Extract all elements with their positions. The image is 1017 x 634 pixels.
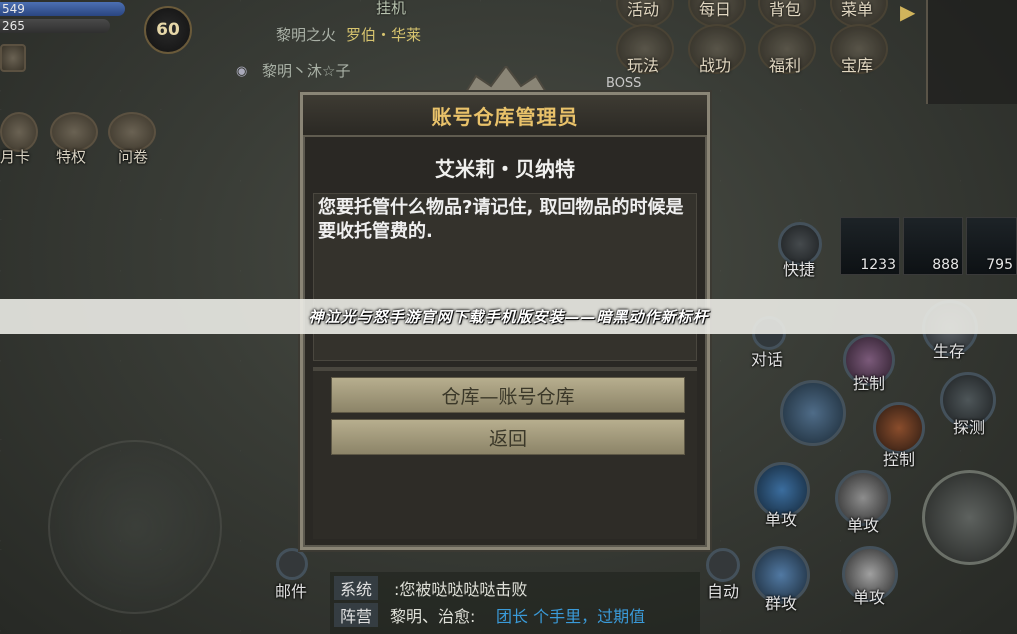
camp-message: 团长 个手里，过期值 (496, 607, 646, 626)
guild-name: 黎明之火 (276, 26, 337, 44)
banner-text: 神泣光与怒手游官网下载手机版安装——暗黑动作新标杆 (308, 308, 709, 326)
autoplay-label[interactable]: 挂机 (376, 0, 406, 18)
top-menu-bag[interactable]: 背包 (755, 0, 815, 20)
slot-count-3: 795 (986, 257, 1013, 273)
quick-slot-potion[interactable]: 1233 (840, 217, 900, 275)
options-box: 仓库—账号仓库 返回 (313, 371, 697, 539)
buff-icon[interactable] (0, 44, 26, 72)
npc-dialog-text: 您要托管什么物品?请记住, 取回物品的时候是要收托管费的. (318, 197, 684, 242)
top-menu-gameplay[interactable]: 玩法 (613, 52, 673, 76)
npc-text-box: 您要托管什么物品?请记住, 取回物品的时候是要收托管费的. (313, 193, 697, 361)
system-message: :您被哒哒哒哒击败 (394, 580, 528, 599)
player-title: 罗伯・华莱 (346, 26, 422, 44)
skill-single-3[interactable]: 单攻 (834, 584, 904, 608)
slot-count-1: 1233 (860, 257, 896, 273)
hp-bar: 549 (0, 2, 125, 16)
back-button[interactable]: 返回 (331, 419, 685, 455)
switch-skill-icon[interactable] (780, 380, 846, 446)
expand-arrow-icon[interactable]: ▶ (900, 0, 922, 40)
mail-icon[interactable] (276, 548, 308, 580)
top-menu-activity[interactable]: 活动 (613, 0, 673, 20)
slot-count-2: 888 (932, 257, 959, 273)
account-warehouse-button[interactable]: 仓库—账号仓库 (331, 377, 685, 413)
game-screen: 549 265 60 挂机 黎明之火 罗伯・华莱 黎明丶沐☆子 BOSS ◉ 月… (0, 0, 1017, 634)
quick-slot-scroll[interactable]: 888 (903, 217, 963, 275)
channel-camp[interactable]: 阵营 (334, 603, 379, 627)
mp-bar: 265 (0, 19, 110, 33)
camp-sender: 黎明、治愈: (390, 607, 476, 626)
skill-single-1[interactable]: 单攻 (746, 506, 816, 530)
top-menu-menu[interactable]: 菜单 (827, 0, 887, 20)
boss-tag: BOSS (606, 76, 642, 91)
skill-detect[interactable]: 探测 (934, 414, 1004, 438)
title-banner: 神泣光与怒手游官网下载手机版安装——暗黑动作新标杆 (0, 299, 1017, 334)
left-menu-label-3[interactable]: 问卷 (118, 146, 148, 167)
main-attack-icon[interactable] (922, 470, 1017, 565)
eye-icon: ◉ (236, 64, 248, 79)
skill-single-2[interactable]: 单攻 (828, 512, 898, 536)
left-menu-label-1[interactable]: 月卡 (0, 146, 30, 167)
movement-joystick[interactable] (48, 440, 222, 614)
skill-mail[interactable]: 邮件 (256, 578, 326, 602)
skill-survive[interactable]: 生存 (914, 338, 984, 362)
quick-slot-item[interactable]: 795 (966, 217, 1017, 275)
hp-value: 549 (2, 2, 25, 16)
chat-panel[interactable]: 系统 :您被哒哒哒哒击败 阵营 黎明、治愈: 团长 个手里，过期值 (330, 572, 700, 634)
dialog-title: 账号仓库管理员 (303, 95, 707, 137)
npc-name: 艾米莉・贝纳特 (435, 157, 575, 181)
top-menu-treasure[interactable]: 宝库 (827, 52, 887, 76)
left-menu-label-2[interactable]: 特权 (56, 146, 86, 167)
top-menu-welfare[interactable]: 福利 (755, 52, 815, 76)
auto-icon[interactable] (706, 548, 740, 582)
top-menu-merit[interactable]: 战功 (685, 52, 745, 76)
channel-system[interactable]: 系统 (334, 576, 379, 600)
minimap[interactable] (926, 0, 1017, 104)
player-name: 黎明丶沐☆子 (262, 62, 351, 80)
quick-slot-label[interactable]: 快捷 (764, 256, 834, 280)
skill-control-2[interactable]: 控制 (864, 446, 934, 470)
mp-value: 265 (2, 19, 25, 33)
skill-control-1[interactable]: 控制 (834, 370, 904, 394)
level-badge: 60 (144, 6, 192, 54)
top-menu-daily[interactable]: 每日 (685, 0, 745, 20)
skill-dialog-label[interactable]: 对话 (732, 346, 802, 370)
